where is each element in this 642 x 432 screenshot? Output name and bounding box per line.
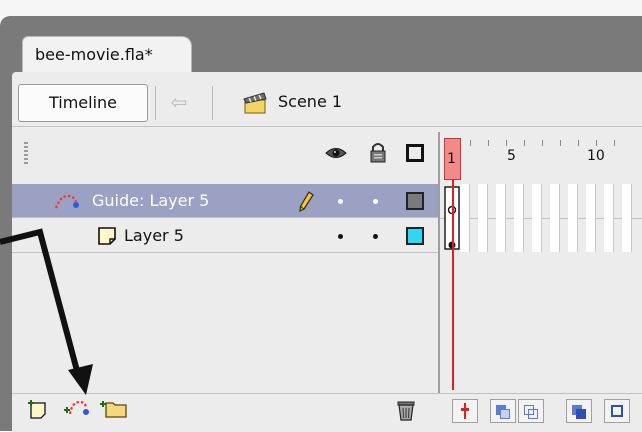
annotation-arrow	[0, 228, 93, 395]
